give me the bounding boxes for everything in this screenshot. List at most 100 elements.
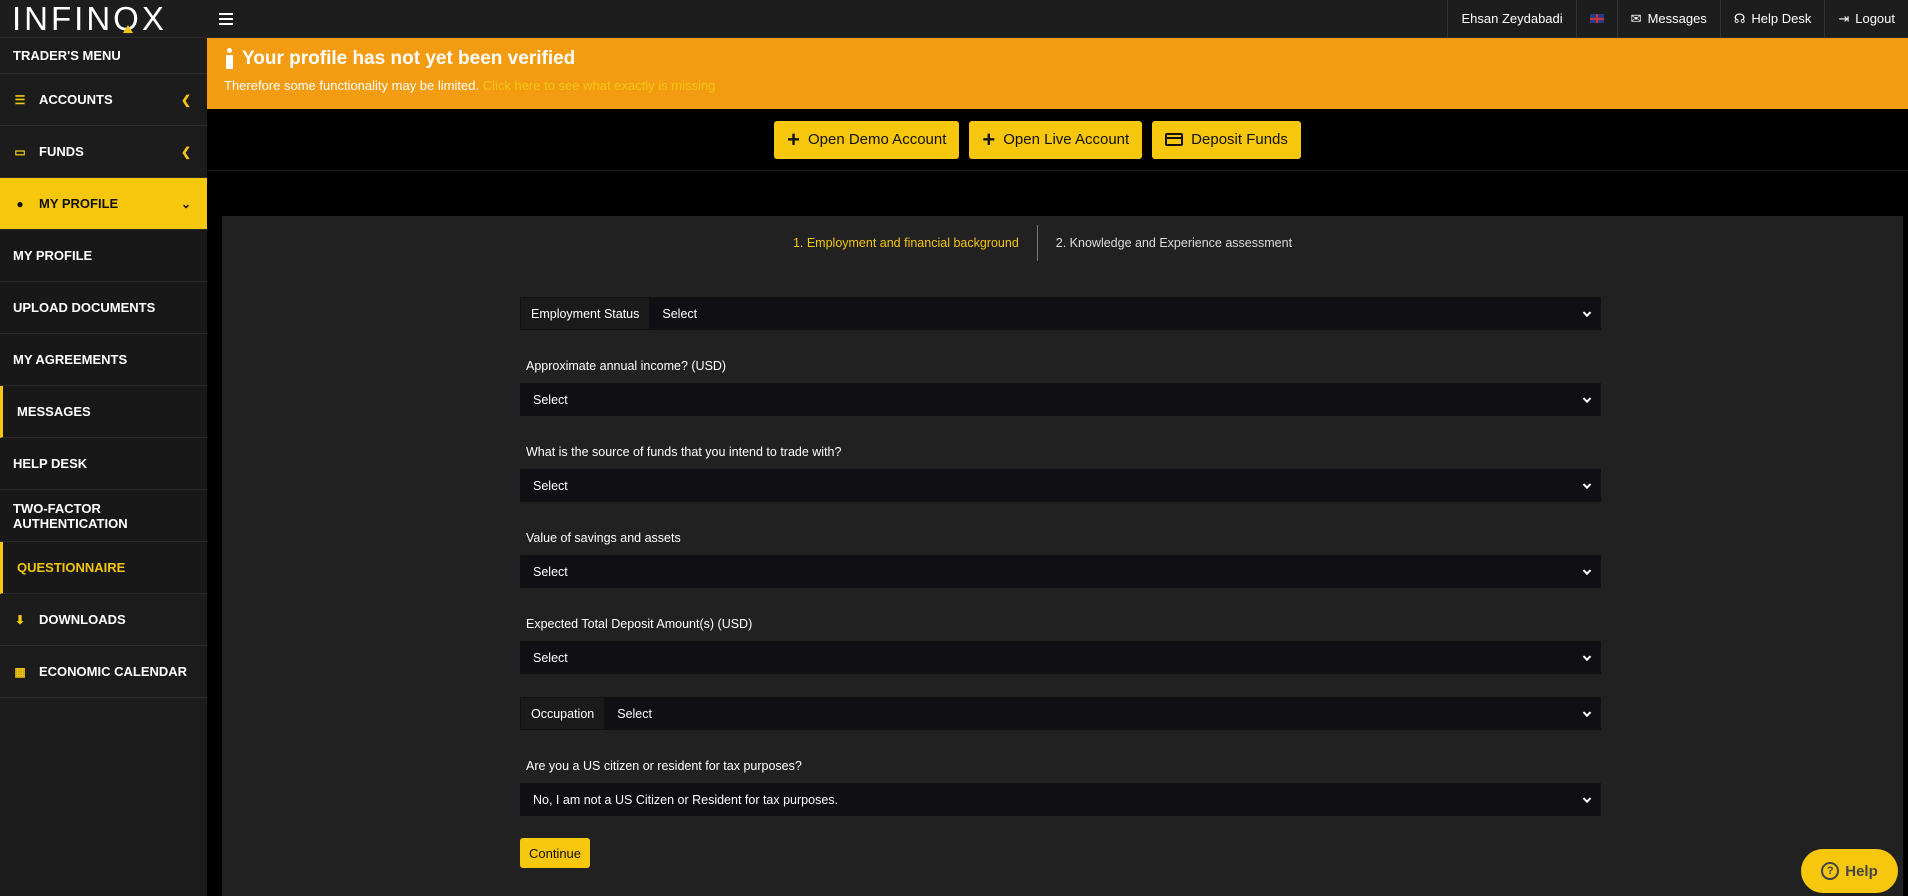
- occupation-label: Occupation: [521, 698, 606, 729]
- chevron-down-icon: [1582, 308, 1592, 317]
- sidebar-subitem-upload-documents[interactable]: UPLOAD DOCUMENTS: [0, 282, 207, 334]
- us-citizen-field: No, I am not a US Citizen or Resident fo…: [520, 783, 1601, 816]
- sidebar-item-label: ECONOMIC CALENDAR: [39, 664, 188, 679]
- sidebar-item-economic-calendar[interactable]: ▦ ECONOMIC CALENDAR: [0, 646, 207, 698]
- user-menu[interactable]: Ehsan Zeydabadi: [1447, 0, 1575, 38]
- sidebar-item-funds[interactable]: ▭ FUNDS ❮: [0, 126, 207, 178]
- messages-label: Messages: [1647, 11, 1707, 26]
- logout-icon: ⇥: [1838, 10, 1850, 26]
- deposit-amount-select[interactable]: Select: [521, 642, 1600, 673]
- income-select[interactable]: Select: [521, 384, 1600, 415]
- open-demo-account-button[interactable]: + Open Demo Account: [774, 120, 960, 159]
- logout-link[interactable]: ⇥ Logout: [1824, 0, 1908, 38]
- messages-link[interactable]: ✉ Messages: [1616, 0, 1720, 38]
- sidebar-item-my-profile[interactable]: ● MY PROFILE ⌄: [0, 178, 207, 230]
- chevron-down-icon: [1582, 794, 1592, 803]
- infinox-logo[interactable]: INFINOX: [0, 0, 207, 38]
- sidebar-subitem-my-profile[interactable]: MY PROFILE: [0, 230, 207, 282]
- button-label: Open Demo Account: [807, 131, 947, 148]
- banner-title: Your profile has not yet been verified: [242, 48, 576, 69]
- employment-status-select[interactable]: Select: [650, 298, 1600, 329]
- sidebar-item-downloads[interactable]: ⬇ DOWNLOADS: [0, 594, 207, 646]
- chevron-down-icon: [1582, 566, 1592, 575]
- helpdesk-link[interactable]: ☊ Help Desk: [1719, 0, 1825, 38]
- logout-label: Logout: [1855, 11, 1895, 26]
- source-of-funds-label: What is the source of funds that you int…: [526, 445, 842, 459]
- source-of-funds-select[interactable]: Select: [521, 470, 1600, 501]
- occupation-field: Occupation Select: [520, 697, 1601, 730]
- savings-label: Value of savings and assets: [526, 531, 681, 545]
- help-label: Help: [1845, 862, 1878, 880]
- chevron-left-icon: ❮: [180, 144, 191, 159]
- chevron-down-icon: [1582, 652, 1592, 661]
- language-selector[interactable]: [1575, 0, 1617, 38]
- sidebar-subitem-two-factor[interactable]: TWO-FACTOR AUTHENTICATION: [0, 490, 207, 542]
- income-field: Select: [520, 383, 1601, 416]
- button-label: Deposit Funds: [1191, 131, 1288, 148]
- plus-icon: +: [787, 126, 800, 152]
- select-value: No, I am not a US Citizen or Resident fo…: [533, 792, 838, 807]
- select-value: Select: [662, 306, 698, 321]
- uk-flag-icon: [1589, 14, 1604, 23]
- user-name: Ehsan Zeydabadi: [1461, 11, 1563, 26]
- chevron-left-icon: ❮: [180, 92, 191, 107]
- top-bar: INFINOX Ehsan Zeydabadi ✉ Messages ☊ Hel…: [0, 0, 1908, 38]
- deposit-amount-field: Select: [520, 641, 1601, 674]
- sidebar-heading: TRADER'S MENU: [0, 38, 207, 74]
- list-icon: ☰: [14, 92, 26, 107]
- banner-text: Therefore some functionality may be limi…: [224, 78, 480, 93]
- download-icon: ⬇: [14, 612, 26, 627]
- select-value: Select: [533, 564, 568, 579]
- credit-card-icon: [1165, 133, 1184, 146]
- employment-status-label: Employment Status: [521, 298, 651, 329]
- step-knowledge[interactable]: 2. Knowledge and Experience assessment: [1038, 236, 1310, 250]
- sidebar-item-label: MY PROFILE: [39, 196, 119, 211]
- step-employment[interactable]: 1. Employment and financial background: [775, 225, 1038, 261]
- us-citizen-select[interactable]: No, I am not a US Citizen or Resident fo…: [521, 784, 1600, 815]
- sidebar-item-label: FUNDS: [39, 144, 84, 159]
- income-label: Approximate annual income? (USD): [526, 359, 727, 373]
- logo-text: INFINOX: [12, 0, 167, 37]
- sidebar-subitem-help-desk[interactable]: HELP DESK: [0, 438, 207, 490]
- help-button[interactable]: ? Help: [1801, 849, 1898, 893]
- verification-banner: Your profile has not yet been verified T…: [207, 38, 1908, 109]
- sidebar-subitem-messages[interactable]: MESSAGES: [0, 386, 207, 438]
- headset-icon: ☊: [1733, 10, 1746, 26]
- info-icon: [224, 48, 234, 70]
- helpdesk-label: Help Desk: [1751, 11, 1812, 26]
- sidebar-subitem-questionnaire[interactable]: QUESTIONNAIRE: [0, 542, 207, 594]
- questionnaire-steps: 1. Employment and financial background 2…: [222, 224, 1903, 262]
- deposit-amount-label: Expected Total Deposit Amount(s) (USD): [526, 617, 753, 631]
- question-icon: ?: [1821, 862, 1840, 880]
- savings-select[interactable]: Select: [521, 556, 1600, 587]
- continue-button[interactable]: Continue: [520, 838, 590, 868]
- deposit-funds-button[interactable]: Deposit Funds: [1152, 120, 1301, 159]
- sidebar: TRADER'S MENU ☰ ACCOUNTS ❮ ▭ FUNDS ❮ ● M…: [0, 38, 207, 896]
- sidebar-item-label: DOWNLOADS: [39, 612, 126, 627]
- chevron-down-icon: [1582, 708, 1592, 717]
- button-label: Open Live Account: [1003, 131, 1130, 148]
- savings-field: Select: [520, 555, 1601, 588]
- menu-toggle-icon[interactable]: [219, 12, 233, 25]
- calendar-icon: ▦: [14, 664, 26, 679]
- questionnaire-panel: 1. Employment and financial background 2…: [222, 216, 1903, 896]
- sidebar-subitem-my-agreements[interactable]: MY AGREEMENTS: [0, 334, 207, 386]
- chevron-down-icon: [1582, 480, 1592, 489]
- missing-info-link[interactable]: Click here to see what exactly is missin…: [483, 78, 716, 93]
- account-actions: + Open Demo Account + Open Live Account …: [207, 109, 1908, 171]
- source-of-funds-field: Select: [520, 469, 1601, 502]
- chevron-down-icon: [1582, 394, 1592, 403]
- envelope-icon: ✉: [1630, 10, 1642, 26]
- open-live-account-button[interactable]: + Open Live Account: [969, 120, 1143, 159]
- us-citizen-label: Are you a US citizen or resident for tax…: [526, 759, 802, 773]
- select-value: Select: [533, 478, 568, 493]
- wallet-icon: ▭: [14, 144, 26, 159]
- select-value: Select: [533, 650, 568, 665]
- user-icon: ●: [16, 196, 24, 211]
- occupation-select[interactable]: Select: [605, 698, 1600, 729]
- employment-status-field: Employment Status Select: [520, 297, 1601, 330]
- sidebar-item-accounts[interactable]: ☰ ACCOUNTS ❮: [0, 74, 207, 126]
- select-value: Select: [617, 706, 652, 721]
- plus-icon: +: [982, 126, 996, 152]
- select-value: Select: [533, 392, 568, 407]
